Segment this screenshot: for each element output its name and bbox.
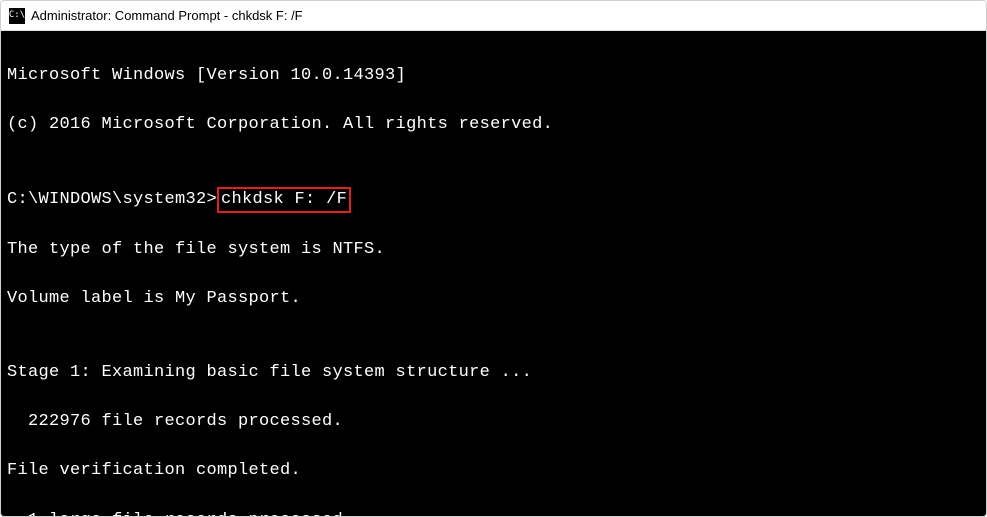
window-titlebar[interactable]: C:\ Administrator: Command Prompt - chkd… [1,1,986,31]
cmd-icon-label: C:\ [9,11,25,20]
output-line: The type of the file system is NTFS. [7,238,980,263]
highlighted-command: chkdsk F: /F [217,187,351,213]
cmd-icon: C:\ [9,8,25,24]
output-line: 222976 file records processed. [7,410,980,435]
output-line: 1 large file records processed. [7,509,980,516]
command-prompt-window: C:\ Administrator: Command Prompt - chkd… [0,0,987,517]
output-line: (c) 2016 Microsoft Corporation. All righ… [7,113,980,138]
output-line: Volume label is My Passport. [7,287,980,312]
output-line: File verification completed. [7,459,980,484]
prompt-path: C:\WINDOWS\system32> [7,188,217,213]
output-line: Stage 1: Examining basic file system str… [7,361,980,386]
window-title: Administrator: Command Prompt - chkdsk F… [31,8,303,23]
prompt-line: C:\WINDOWS\system32>chkdsk F: /F [7,187,980,213]
terminal-output[interactable]: Microsoft Windows [Version 10.0.14393] (… [1,31,986,516]
output-line: Microsoft Windows [Version 10.0.14393] [7,64,980,89]
